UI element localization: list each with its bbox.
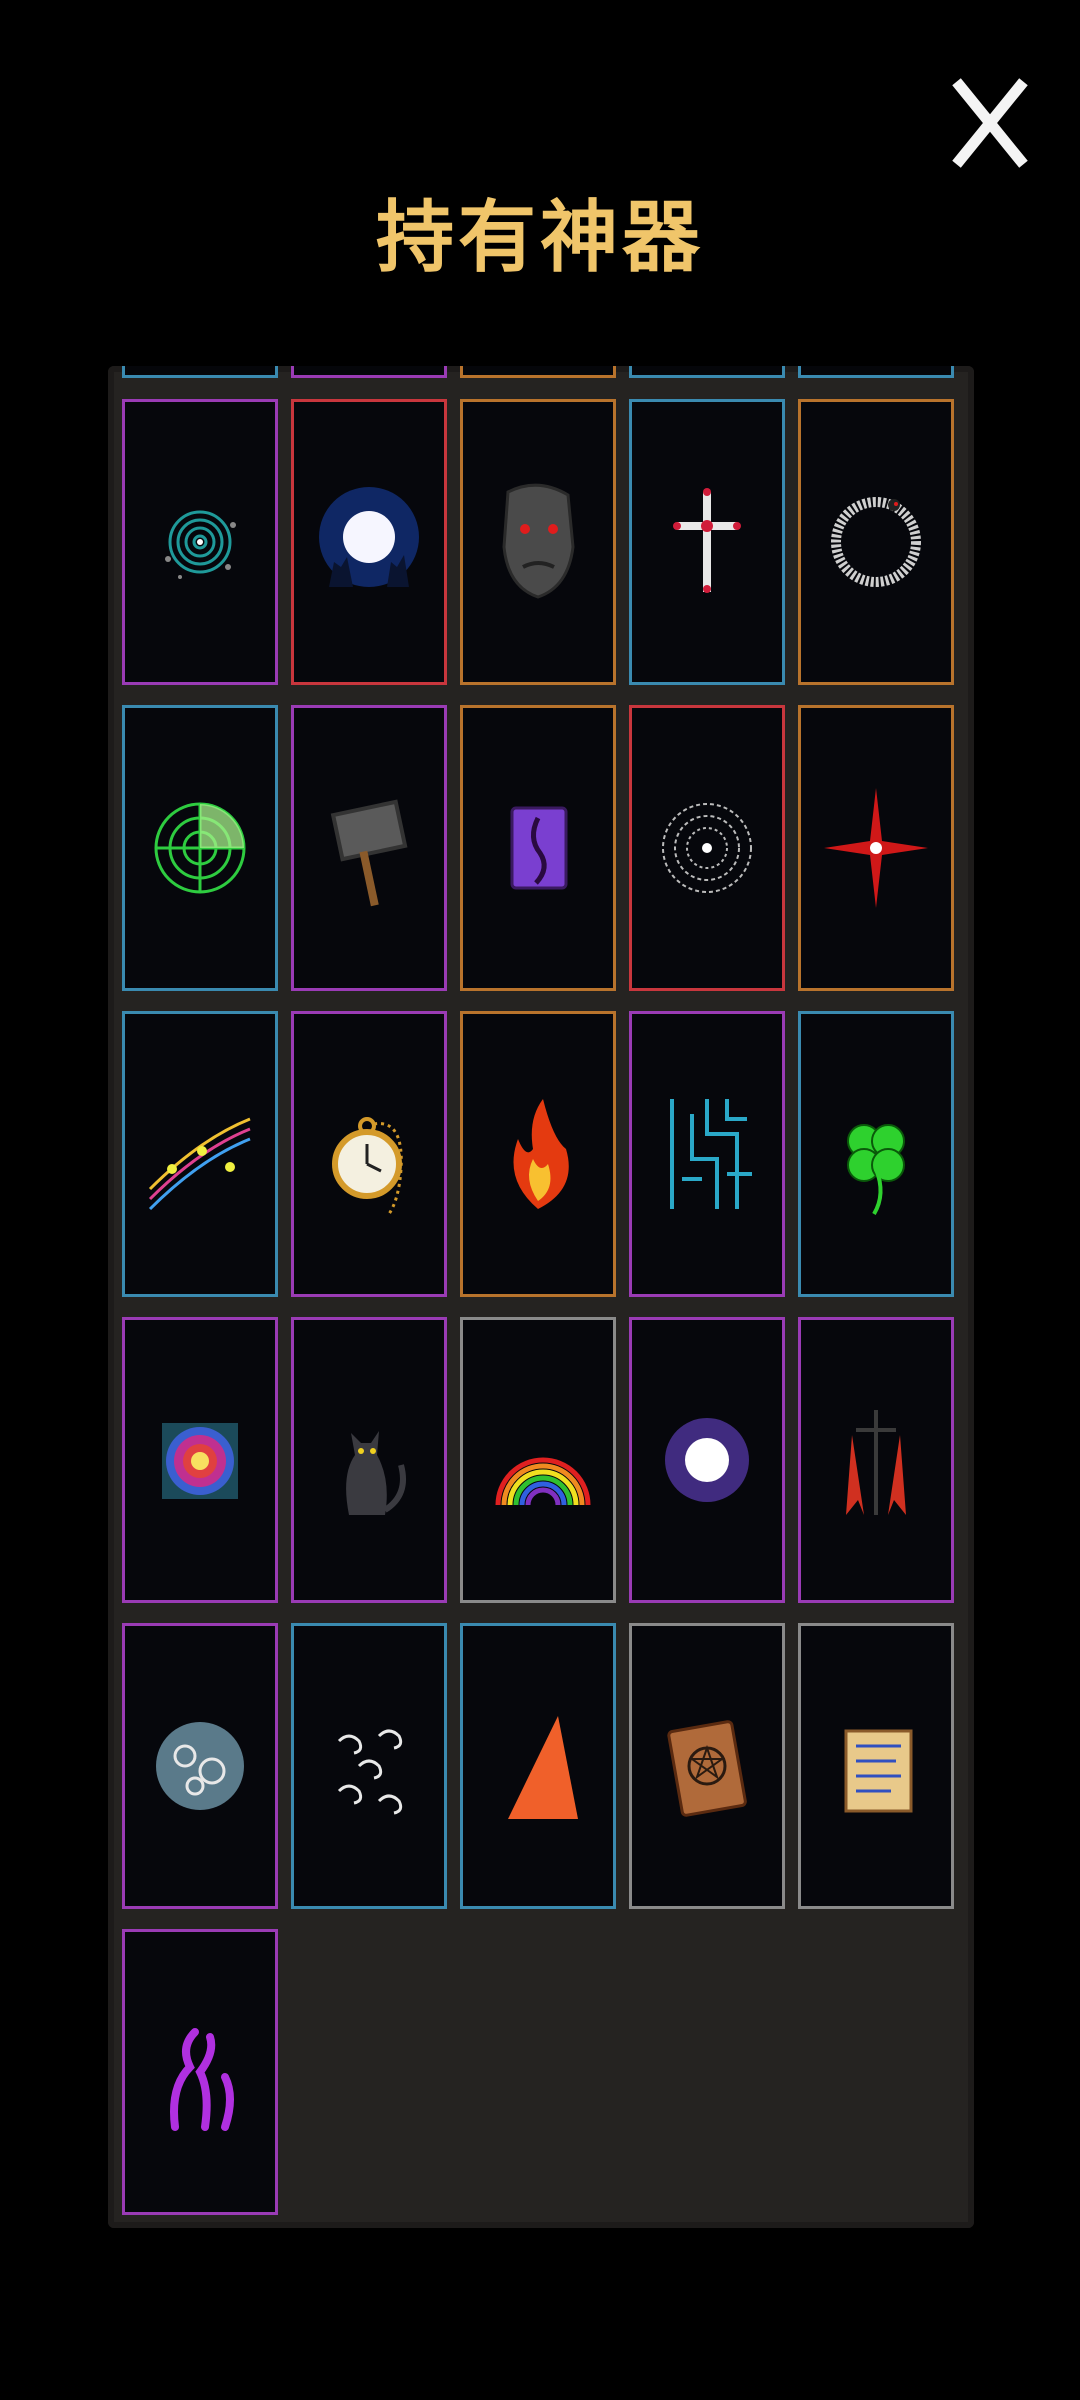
artifact-grid: [122, 399, 954, 2215]
blue-moon-wolves-icon: [319, 487, 419, 587]
artifact-card[interactable]: [291, 1317, 447, 1603]
close-icon: [952, 78, 1028, 168]
four-leaf-clover-icon: [847, 1124, 905, 1216]
pentagram-tome-icon: [667, 1720, 747, 1817]
artifact-card[interactable]: [460, 399, 616, 685]
spiral-vortex-icon: [165, 510, 236, 579]
rainbow-icon: [495, 1457, 591, 1506]
wind-swirls-icon: [337, 1729, 403, 1815]
artifact-card[interactable]: [122, 1623, 278, 1909]
close-button[interactable]: [950, 78, 1030, 168]
artifact-card[interactable]: [460, 1317, 616, 1603]
cloud-orb-icon: [156, 1722, 244, 1810]
artifact-card[interactable]: [291, 1011, 447, 1297]
partial-card-edge: [291, 366, 447, 378]
artifact-card[interactable]: [629, 1623, 785, 1909]
artifact-card[interactable]: [629, 1011, 785, 1297]
artifact-card[interactable]: [460, 1623, 616, 1909]
purple-tentacles-icon: [170, 2028, 234, 2131]
artifact-card[interactable]: [122, 1011, 278, 1297]
music-notes-icon: [148, 1117, 251, 1211]
artifact-card[interactable]: [460, 1011, 616, 1297]
tentacle-book-icon: [510, 806, 568, 890]
artifact-card[interactable]: [798, 1623, 954, 1909]
artifact-card[interactable]: [122, 1317, 278, 1603]
artifact-card[interactable]: [122, 399, 278, 685]
artifact-card[interactable]: [122, 1929, 278, 2215]
psychedelic-square-icon: [162, 1423, 238, 1499]
red-star-icon: [824, 788, 928, 908]
pocket-watch-icon: [332, 1117, 403, 1215]
war-hammer-icon: [330, 799, 408, 907]
purple-void-orb-icon: [665, 1418, 749, 1502]
ancient-scroll-icon: [844, 1729, 913, 1813]
partial-card-edge: [798, 366, 954, 378]
artifact-card[interactable]: [798, 399, 954, 685]
artifact-card[interactable]: [629, 1317, 785, 1603]
artifact-card[interactable]: [291, 705, 447, 991]
stone-face-icon: [502, 483, 575, 599]
artifact-card[interactable]: [798, 1011, 954, 1297]
partial-card-edge: [122, 366, 278, 378]
artifact-panel[interactable]: [108, 366, 974, 2228]
partial-card-edge: [629, 366, 785, 378]
artifact-card[interactable]: [798, 705, 954, 991]
artifact-card[interactable]: [460, 705, 616, 991]
radar-icon: [154, 802, 246, 894]
artifact-card[interactable]: [798, 1317, 954, 1603]
red-banner-icon: [846, 1410, 906, 1515]
page-title: 持有神器: [375, 193, 704, 283]
dark-orb-icon: [662, 803, 752, 893]
holy-cross-icon: [673, 488, 741, 593]
circuit-icon: [670, 1099, 752, 1209]
partial-card-edge: [460, 366, 616, 378]
artifact-card[interactable]: [629, 399, 785, 685]
artifact-card[interactable]: [291, 1623, 447, 1909]
artifact-card[interactable]: [291, 399, 447, 685]
artifact-card[interactable]: [629, 705, 785, 991]
red-spike-icon: [508, 1716, 578, 1819]
flame-icon: [513, 1099, 569, 1209]
artifact-card[interactable]: [122, 705, 278, 991]
black-cat-icon: [346, 1431, 406, 1515]
ouroboros-icon: [831, 497, 921, 587]
